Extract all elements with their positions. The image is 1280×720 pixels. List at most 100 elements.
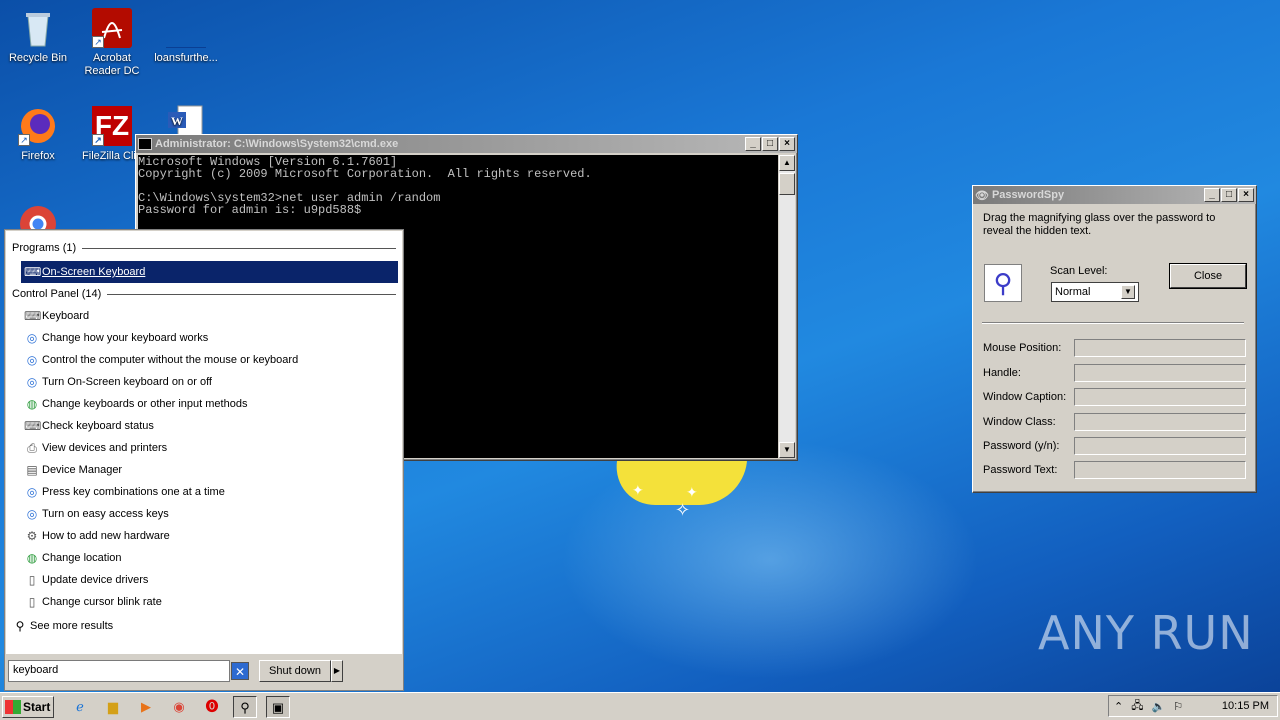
- field-password-text: Password Text:: [983, 461, 1246, 479]
- minimize-button[interactable]: _: [745, 137, 761, 151]
- control-panel-header: Control Panel (14): [6, 286, 402, 302]
- ease-of-access-icon: ◎: [26, 375, 38, 389]
- clear-search-icon[interactable]: ✕: [231, 662, 249, 680]
- desktop-icon-file[interactable]: loansfurthe...: [148, 8, 224, 65]
- printer-icon: ⎙: [27, 441, 37, 455]
- acrobat-icon: ↗: [92, 8, 132, 48]
- maximize-button[interactable]: □: [762, 137, 778, 151]
- cmd-title: Administrator: C:\Windows\System32\cmd.e…: [155, 138, 399, 150]
- start-button[interactable]: Start: [2, 695, 54, 718]
- minimize-button[interactable]: _: [1204, 188, 1220, 202]
- hardware-icon: ⚙: [26, 529, 38, 543]
- cmd-taskbar-icon[interactable]: ▣: [266, 695, 290, 718]
- sparkle: ✦: [632, 482, 644, 498]
- device-manager-icon: ▤: [26, 463, 38, 477]
- ease-of-access-icon: ◎: [26, 353, 38, 367]
- scan-level-select[interactable]: Normal ▼: [1051, 282, 1139, 302]
- control-panel-result[interactable]: ▯ Change cursor blink rate: [6, 591, 402, 613]
- shortcut-arrow-icon: ↗: [92, 36, 104, 48]
- filezilla-icon: FZ ↗: [92, 106, 132, 146]
- desktop-icon-recycle-bin[interactable]: Recycle Bin: [0, 8, 76, 65]
- ease-of-access-icon: ◎: [26, 485, 38, 499]
- close-button[interactable]: ×: [779, 137, 795, 151]
- magnifying-glass-icon[interactable]: ⚲: [984, 264, 1022, 302]
- action-center-flag-icon[interactable]: ⚐: [1173, 700, 1183, 713]
- sparkle: ✦: [686, 484, 698, 500]
- sparkle: ✧: [675, 500, 691, 520]
- passwordspy-titlebar[interactable]: 👁 PasswordSpy _ □ ×: [973, 186, 1256, 204]
- control-panel-result[interactable]: ◎ Turn on easy access keys: [6, 503, 402, 525]
- recycle-bin-icon: [18, 8, 58, 48]
- desktop-icon-firefox[interactable]: ↗ Firefox: [0, 106, 76, 163]
- globe-icon: ◍: [26, 397, 38, 411]
- internet-explorer-icon[interactable]: ℯ: [68, 696, 92, 718]
- ease-of-access-icon: ◎: [26, 507, 38, 521]
- maximize-button[interactable]: □: [1221, 188, 1237, 202]
- control-panel-result[interactable]: ⎙ View devices and printers: [6, 437, 402, 459]
- control-panel-result[interactable]: ◎ Control the computer without the mouse …: [6, 349, 402, 371]
- passwordspy-window[interactable]: 👁 PasswordSpy _ □ × Drag the magnifying …: [972, 185, 1257, 493]
- scroll-thumb[interactable]: [779, 173, 795, 195]
- search-icon: ⚲: [15, 619, 25, 633]
- shortcut-arrow-icon: ↗: [92, 134, 104, 146]
- control-panel-result[interactable]: ⚙ How to add new hardware: [6, 525, 402, 547]
- separator: [982, 322, 1244, 324]
- show-hidden-icons-icon[interactable]: ⌃: [1114, 700, 1123, 713]
- page-icon: ▯: [28, 573, 36, 587]
- cmd-titlebar[interactable]: Administrator: C:\Windows\System32\cmd.e…: [136, 135, 797, 153]
- control-panel-result[interactable]: ◎ Press key combinations one at a time: [6, 481, 402, 503]
- instructions-text: Drag the magnifying glass over the passw…: [983, 212, 1216, 237]
- network-icon[interactable]: 🖧: [1131, 697, 1143, 716]
- field-mouse-position: Mouse Position:: [983, 339, 1246, 357]
- close-dialog-button[interactable]: Close: [1170, 264, 1246, 288]
- media-player-icon[interactable]: ▶: [134, 696, 158, 718]
- close-button[interactable]: ×: [1238, 188, 1254, 202]
- keyboard-icon: ⌨: [24, 309, 42, 323]
- scroll-down-arrow-icon[interactable]: ▼: [779, 442, 795, 458]
- passwordspy-icon: 👁: [975, 189, 989, 202]
- clock[interactable]: 10:15 PM: [1222, 700, 1269, 712]
- control-panel-result[interactable]: ▤ Device Manager: [6, 459, 402, 481]
- ease-of-access-icon: ◎: [26, 331, 38, 345]
- file-icon: [166, 8, 206, 48]
- desktop-icon-acrobat[interactable]: ↗ Acrobat Reader DC: [74, 8, 150, 78]
- field-window-class: Window Class:: [983, 413, 1246, 431]
- globe-icon: ◍: [26, 551, 38, 565]
- opera-icon[interactable]: ⓿: [200, 696, 224, 718]
- scroll-up-arrow-icon[interactable]: ▲: [779, 155, 795, 171]
- cmd-scrollbar[interactable]: ▲ ▼: [779, 155, 795, 458]
- console-line: Copyright (c) 2009 Microsoft Corporation…: [138, 167, 592, 181]
- control-panel-result[interactable]: ⌨ Keyboard: [6, 305, 402, 327]
- control-panel-result[interactable]: ◎ Turn On-Screen keyboard on or off: [6, 371, 402, 393]
- dropdown-arrow-icon: ▼: [1121, 285, 1135, 299]
- explorer-folder-icon[interactable]: ▆: [101, 696, 125, 718]
- search-input[interactable]: keyboard: [8, 660, 230, 682]
- field-window-caption: Window Caption:: [983, 388, 1246, 406]
- chrome-taskbar-icon[interactable]: ◉: [167, 696, 191, 718]
- system-tray: ⌃ 🖧 🔈 ⚐ 10:15 PM: [1108, 695, 1278, 717]
- keyboard-icon: ⌨: [24, 265, 42, 279]
- passwordspy-taskbar-icon[interactable]: ⚲: [233, 695, 257, 718]
- search-row: keyboard ✕ Shut down ▶: [8, 659, 400, 683]
- svg-text:W: W: [171, 114, 183, 128]
- passwordspy-title: PasswordSpy: [991, 189, 1065, 201]
- control-panel-result[interactable]: ◍ Change keyboards or other input methods: [6, 393, 402, 415]
- control-panel-result[interactable]: ▯ Update device drivers: [6, 569, 402, 591]
- firefox-icon: ↗: [18, 106, 58, 146]
- shortcut-arrow-icon: ↗: [18, 134, 30, 146]
- shutdown-options-arrow-icon[interactable]: ▶: [331, 660, 343, 682]
- scan-level-label: Scan Level:: [1050, 265, 1108, 277]
- shutdown-button[interactable]: Shut down: [259, 660, 331, 682]
- see-more-results-link[interactable]: ⚲ See more results: [6, 615, 402, 637]
- control-panel-result[interactable]: ◍ Change location: [6, 547, 402, 569]
- result-on-screen-keyboard[interactable]: ⌨ On-Screen Keyboard: [21, 261, 398, 283]
- keyboard-icon: ⌨: [24, 419, 42, 433]
- taskbar: Start ℯ ▆ ▶ ◉ ⓿ ⚲ ▣ ⌃ 🖧 🔈 ⚐ 10:15 PM: [0, 692, 1280, 720]
- control-panel-result[interactable]: ◎ Change how your keyboard works: [6, 327, 402, 349]
- volume-icon[interactable]: 🔈: [1151, 700, 1165, 713]
- page-icon: ▯: [28, 595, 36, 609]
- control-panel-results: ⌨ Keyboard ◎ Change how your keyboard works…: [6, 305, 402, 613]
- field-password-yn: Password (y/n):: [983, 437, 1246, 455]
- start-menu: Programs (1) ⌨ On-Screen Keyboard Contro…: [4, 229, 404, 691]
- control-panel-result[interactable]: ⌨ Check keyboard status: [6, 415, 402, 437]
